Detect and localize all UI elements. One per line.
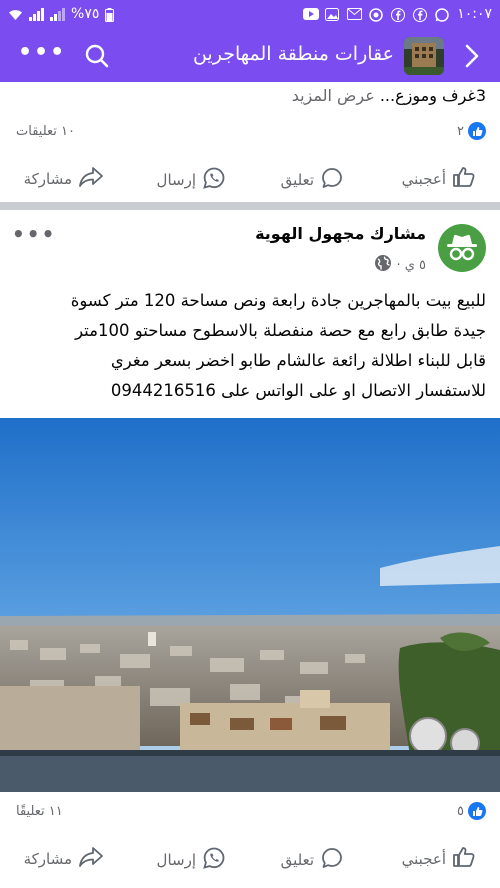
- likes-count: ٢: [457, 123, 464, 139]
- comment-icon: [320, 846, 344, 874]
- post-author[interactable]: مشارك مجهول الهوية: [255, 224, 426, 243]
- post-time[interactable]: ٥ ي ·: [396, 258, 426, 273]
- group-thumbnail[interactable]: [404, 37, 444, 75]
- post-body-line: جيدة طابق رابع مع حصة منفصلة بالاسطوح مس…: [75, 321, 486, 340]
- more-icon[interactable]: •••: [18, 40, 66, 65]
- comments-count[interactable]: ١١ تعليقًا: [16, 804, 63, 819]
- clock: ١٠:٠٧: [457, 6, 492, 22]
- battery-level: %٧٥: [71, 6, 100, 22]
- see-more-link[interactable]: عرض المزيد: [292, 86, 375, 105]
- share-button[interactable]: مشاركة: [24, 166, 104, 192]
- feed-divider: [0, 202, 500, 210]
- post-snippet: 3غرف وموزع... عرض المزيد: [292, 86, 486, 105]
- comment-button[interactable]: تعليق: [281, 846, 344, 874]
- send-button[interactable]: إرسال: [157, 846, 226, 874]
- likes-summary[interactable]: ٥: [457, 802, 486, 820]
- post-options-icon[interactable]: •••: [12, 222, 56, 246]
- gallery-icon: [325, 7, 340, 21]
- like-button[interactable]: أعجبني: [402, 166, 476, 192]
- avatar[interactable]: [438, 224, 486, 272]
- youtube-icon: [303, 7, 320, 21]
- whatsapp-icon: [202, 846, 226, 874]
- like-reaction-icon: [468, 122, 486, 140]
- mail-icon: [347, 7, 363, 21]
- like-label: أعجبني: [401, 170, 446, 188]
- back-icon[interactable]: [464, 43, 480, 73]
- globe-icon: [374, 254, 392, 276]
- facebook-icon: [391, 7, 406, 22]
- post-body: للبيع بيت بالمهاجرين جادة رابعة ونص مساح…: [14, 286, 486, 406]
- comments-count[interactable]: ١٠ تعليقات: [16, 124, 75, 139]
- comment-label: تعليق: [280, 851, 314, 869]
- vpn-icon: [369, 7, 384, 22]
- whatsapp-icon: [435, 7, 450, 22]
- share-icon: [78, 166, 104, 192]
- like-button[interactable]: أعجبني: [402, 846, 476, 872]
- post-meta: ٥ ي ·: [374, 254, 426, 276]
- share-button[interactable]: مشاركة: [24, 846, 104, 872]
- app-bar: ••• عقارات منطقة المهاجرين: [0, 30, 500, 82]
- search-icon[interactable]: [84, 43, 110, 73]
- post2-reactions-row: ١١ تعليقًا ٥: [0, 798, 500, 828]
- like-icon: [452, 166, 476, 192]
- like-label: أعجبني: [401, 850, 446, 868]
- comment-button[interactable]: تعليق: [281, 166, 344, 194]
- comment-label: تعليق: [280, 171, 314, 189]
- share-label: مشاركة: [23, 170, 72, 188]
- send-label: إرسال: [156, 171, 196, 189]
- likes-count: ٥: [457, 803, 464, 819]
- post-body-line: للبيع بيت بالمهاجرين جادة رابعة ونص مساح…: [70, 291, 486, 310]
- comment-icon: [320, 166, 344, 194]
- status-bar: %٧٥ ١٠:٠٧: [0, 0, 500, 30]
- like-icon: [452, 846, 476, 872]
- likes-summary[interactable]: ٢: [457, 122, 486, 140]
- post2-actions: أعجبني تعليق إرسال مشاركة: [0, 837, 500, 881]
- share-label: مشاركة: [23, 850, 72, 868]
- facebook-icon: [413, 7, 428, 22]
- send-label: إرسال: [156, 851, 196, 869]
- post1-reactions-row: ١٠ تعليقات ٢: [0, 118, 500, 148]
- wifi-icon: [8, 8, 23, 21]
- whatsapp-icon: [202, 166, 226, 194]
- post-snippet-text: 3غرف وموزع...: [379, 86, 486, 105]
- group-title[interactable]: عقارات منطقة المهاجرين: [193, 43, 394, 65]
- post-photo[interactable]: [0, 418, 500, 792]
- signal-icon: [50, 7, 65, 21]
- battery-icon: [105, 7, 120, 22]
- anonymous-icon: [447, 234, 477, 261]
- share-icon: [78, 846, 104, 872]
- signal-icon: [29, 7, 44, 21]
- post-body-line: قابل للبناء اطلالة رائعة عالشام طابو اخض…: [110, 351, 486, 370]
- like-reaction-icon: [468, 802, 486, 820]
- post1-actions: أعجبني تعليق إرسال مشاركة: [0, 157, 500, 201]
- send-button[interactable]: إرسال: [157, 166, 226, 194]
- post-body-line: للاستفسار الاتصال او على الواتس على 0944…: [110, 381, 486, 400]
